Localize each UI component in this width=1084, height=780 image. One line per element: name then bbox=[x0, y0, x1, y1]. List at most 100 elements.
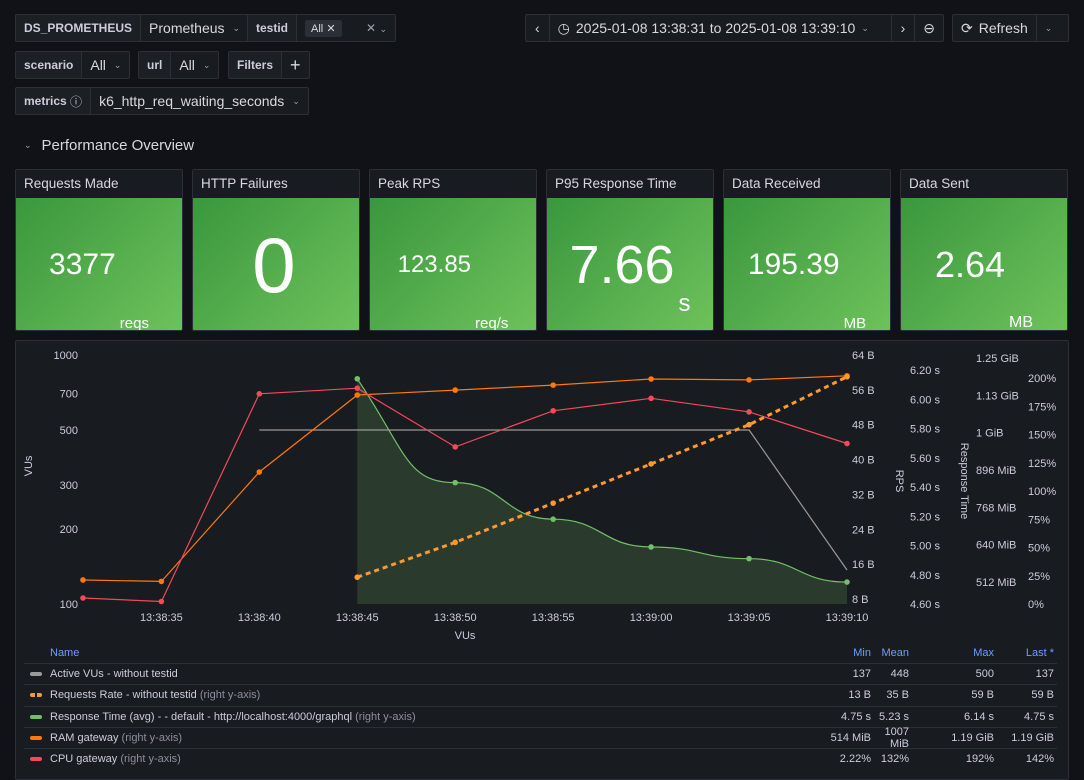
testid-label: testid bbox=[248, 15, 298, 41]
legend-row[interactable]: CPU gateway (right y-axis) 2.22% 132% 19… bbox=[24, 748, 1057, 769]
data-point bbox=[648, 376, 654, 382]
legend-header-min[interactable]: Min bbox=[811, 647, 871, 659]
stat-panel[interactable]: Data Received 195.39 MB bbox=[723, 169, 891, 331]
remove-icon[interactable]: ✕ bbox=[326, 23, 335, 35]
stat-value: 2.64 bbox=[934, 244, 1006, 285]
url-select[interactable]: All ⌄ bbox=[171, 52, 218, 78]
refresh-icon: ⟳ bbox=[961, 19, 973, 36]
chevron-down-icon: ⌄ bbox=[24, 140, 32, 150]
chip-label: All bbox=[311, 22, 324, 35]
chevron-down-icon: ⌄ bbox=[861, 22, 869, 33]
x-tick-label: 13:38:55 bbox=[532, 612, 575, 624]
legend-row[interactable]: Requests Rate - without testid (right y-… bbox=[24, 684, 1057, 705]
data-point bbox=[158, 578, 165, 585]
stat-value: 7.66 bbox=[569, 235, 675, 295]
legend-min: 4.75 s bbox=[841, 710, 871, 723]
stat-panel[interactable]: HTTP Failures 0 bbox=[192, 169, 360, 331]
y-axis-label-rps: RPS bbox=[893, 470, 905, 493]
legend-last: 59 B bbox=[1031, 689, 1054, 702]
series-name: Requests Rate - without testid bbox=[50, 689, 197, 702]
metrics-value: k6_http_req_waiting_seconds bbox=[99, 93, 285, 109]
legend-header-max[interactable]: Max bbox=[909, 647, 994, 659]
y-tick-label: 5.20 s bbox=[910, 511, 940, 523]
legend-header-mean[interactable]: Mean bbox=[871, 647, 909, 659]
series-color-swatch bbox=[30, 735, 42, 740]
legend-last: 4.75 s bbox=[1024, 710, 1054, 723]
url-label: url bbox=[139, 52, 172, 78]
zoom-out-button[interactable]: ⊖ bbox=[915, 15, 943, 41]
chevron-down-icon: ⌄ bbox=[379, 24, 387, 34]
stat-unit: req/s bbox=[475, 315, 509, 331]
data-point bbox=[648, 544, 654, 550]
legend-mean: 5.23 s bbox=[879, 710, 909, 723]
testid-select[interactable]: All ✕ ✕ ⌄ bbox=[297, 15, 395, 41]
axis-hint: (right y-axis) bbox=[355, 710, 416, 723]
y-tick-label: 8 B bbox=[852, 594, 869, 606]
timeseries-chart[interactable]: 100 200 300 500 700 1000 8 B 16 B 24 B 32 B 40 B 48… bbox=[16, 341, 1070, 642]
data-point bbox=[746, 555, 752, 562]
time-range-text: 2025-01-08 13:38:31 to 2025-01-08 13:39:… bbox=[575, 20, 856, 36]
stat-title: Peak RPS bbox=[370, 170, 536, 198]
legend-max: 59 B bbox=[971, 689, 994, 702]
info-icon[interactable]: ⓘ bbox=[70, 93, 82, 110]
stat-panel[interactable]: Peak RPS 123.85 req/s bbox=[369, 169, 537, 331]
y-tick-label: 5.60 s bbox=[910, 453, 940, 465]
testid-variable: testid All ✕ ✕ ⌄ bbox=[247, 14, 396, 42]
y-tick-label: 5.00 s bbox=[910, 541, 940, 553]
y-tick-label: 40 B bbox=[852, 455, 875, 467]
scenario-select[interactable]: All ⌄ bbox=[82, 52, 129, 78]
stat-panel[interactable]: Data Sent 2.64 MB bbox=[900, 169, 1068, 331]
chevron-down-icon: ⌄ bbox=[202, 59, 211, 70]
legend-row[interactable]: Response Time (avg) - - default - http:/… bbox=[24, 705, 1057, 727]
row-performance-overview[interactable]: ⌄ Performance Overview bbox=[24, 137, 194, 154]
data-point bbox=[452, 539, 459, 546]
data-point bbox=[844, 440, 850, 447]
x-tick-label: 13:39:00 bbox=[630, 612, 673, 624]
data-point bbox=[550, 500, 556, 506]
axis-hint: (right y-axis) bbox=[120, 753, 181, 766]
data-point bbox=[844, 373, 850, 380]
y-tick-label: 1.25 GiB bbox=[976, 353, 1019, 365]
clear-icon[interactable]: ✕ bbox=[366, 21, 376, 35]
y-tick-label: 768 MiB bbox=[976, 502, 1016, 514]
y-tick-label: 48 B bbox=[852, 420, 875, 432]
data-point bbox=[354, 375, 361, 382]
refresh-interval-button[interactable]: ⌄ bbox=[1037, 15, 1061, 41]
add-filter-button[interactable]: + bbox=[282, 52, 309, 78]
testid-chip[interactable]: All ✕ bbox=[305, 19, 342, 37]
legend-row[interactable]: Active VUs - without testid 137 448 500 … bbox=[24, 663, 1057, 684]
legend-header: Name Min Mean Max Last * bbox=[24, 642, 1057, 663]
axis-hint: (right y-axis) bbox=[121, 731, 183, 744]
legend-max: 1.19 GiB bbox=[951, 731, 994, 744]
scenario-label: scenario bbox=[16, 52, 83, 78]
stat-panel[interactable]: Requests Made 3377 reqs bbox=[15, 169, 183, 331]
y-tick-label: 5.40 s bbox=[910, 482, 940, 494]
legend-max: 6.14 s bbox=[964, 710, 994, 723]
stat-panel[interactable]: P95 Response Time 7.66 s bbox=[546, 169, 714, 331]
y-tick-label: 100 bbox=[60, 599, 78, 611]
legend-row[interactable]: RAM gateway (right y-axis) 514 MiB 1007 … bbox=[24, 726, 1057, 750]
metrics-label: metrics ⓘ bbox=[16, 88, 92, 114]
y-tick-label: 500 bbox=[60, 425, 78, 437]
metrics-select[interactable]: k6_http_req_waiting_seconds ⌄ bbox=[91, 88, 308, 114]
y-tick-label: 24 B bbox=[852, 524, 875, 536]
time-range-button[interactable]: ◷ 2025-01-08 13:38:31 to 2025-01-08 13:39… bbox=[550, 15, 892, 41]
metrics-label-text: metrics bbox=[24, 94, 67, 108]
legend-mean: 35 B bbox=[886, 689, 909, 702]
y-tick-label: 1 GiB bbox=[976, 428, 1004, 440]
metrics-variable: metrics ⓘ k6_http_req_waiting_seconds ⌄ bbox=[15, 87, 309, 115]
y-axis-label-vus: VUs bbox=[23, 455, 35, 476]
data-point bbox=[256, 469, 263, 475]
series-color-swatch bbox=[30, 757, 42, 762]
time-back-button[interactable]: ‹ bbox=[526, 15, 550, 41]
legend-max: 192% bbox=[965, 753, 994, 766]
legend-header-last[interactable]: Last * bbox=[994, 647, 1057, 659]
data-point bbox=[354, 574, 361, 581]
legend-min: 137 bbox=[852, 668, 871, 680]
y-tick-label: 200% bbox=[1028, 373, 1056, 385]
refresh-picker: ⟳ Refresh ⌄ bbox=[952, 14, 1069, 42]
datasource-select[interactable]: Prometheus ⌄ bbox=[141, 15, 248, 41]
legend-header-name[interactable]: Name bbox=[24, 647, 811, 659]
time-forward-button[interactable]: › bbox=[892, 15, 916, 41]
refresh-button[interactable]: ⟳ Refresh bbox=[953, 15, 1037, 41]
